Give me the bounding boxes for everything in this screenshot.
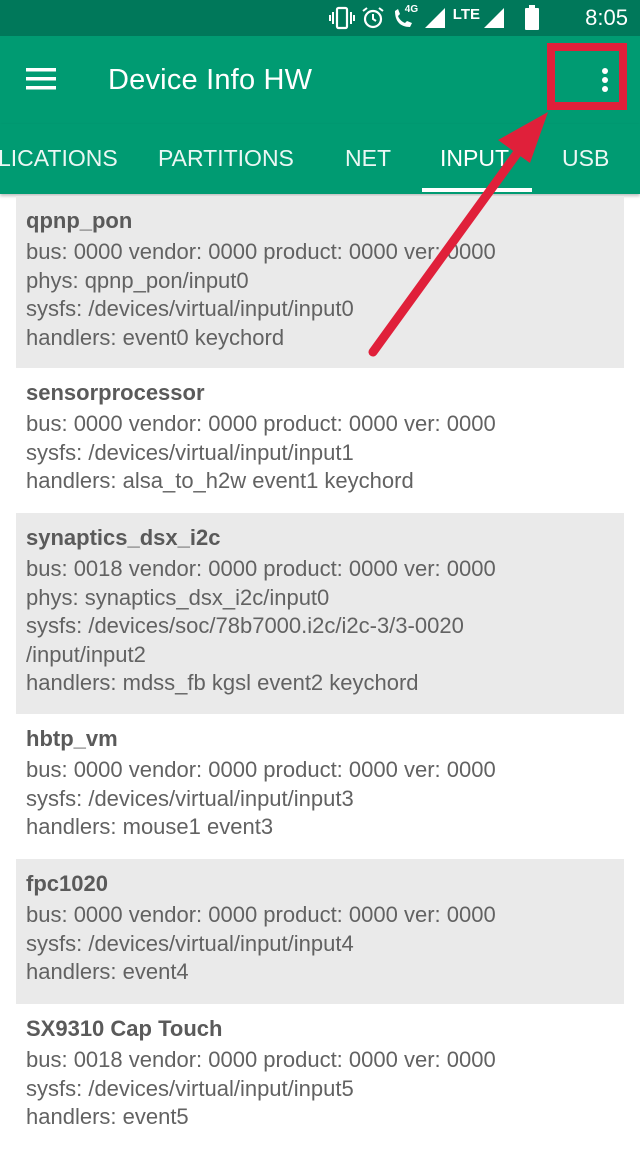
status-bar: 4G LTE 8:05 [0,0,640,36]
app-bar: Device Info HW [0,36,640,124]
active-tab-indicator [422,188,532,192]
device-detail: bus: 0000 vendor: 0000 product: 0000 ver… [26,757,496,782]
device-detail: sysfs: /devices/virtual/input/input5 [26,1075,354,1101]
tab-net[interactable]: NET [345,144,391,172]
device-detail: phys: qpnp_pon/input0 [26,267,249,293]
wifi-calling-icon: 4G [391,4,419,30]
device-detail: bus: 0000 vendor: 0000 product: 0000 ver… [26,411,496,436]
list-item[interactable]: qpnp_pon bus: 0000 vendor: 0000 product:… [16,196,624,368]
device-name: fpc1020 [26,871,108,896]
device-name: synaptics_dsx_i2c [26,525,221,550]
device-detail: handlers: alsa_to_h2w event1 keychord [26,468,414,493]
app-title: Device Info HW [108,64,313,96]
device-detail: bus: 0000 vendor: 0000 product: 0000 ver… [26,239,496,264]
vibrate-icon [328,6,355,30]
list-item[interactable]: synaptics_dsx_i2c bus: 0018 vendor: 0000… [16,513,624,714]
hamburger-menu-icon[interactable] [26,68,56,90]
device-detail: bus: 0018 vendor: 0000 product: 0000 ver… [26,556,496,581]
list-item[interactable]: hbtp_vm bus: 0000 vendor: 0000 product: … [16,714,624,859]
network-type-label: LTE [452,5,480,23]
device-detail: sysfs: /devices/virtual/input/input0 [26,296,354,321]
tab-applications[interactable]: LICATIONS [0,144,118,172]
device-detail: sysfs: /devices/virtual/input/input4 [26,930,354,956]
tab-bar: LICATIONS PARTITIONS NET INPUT USB [0,124,640,194]
signal-icon [423,6,447,30]
device-detail: handlers: mdss_fb kgsl event2 keychord [26,670,419,695]
clock: 8:05 [585,5,628,30]
device-name: hbtp_vm [26,726,118,751]
signal-badge: 4G [404,4,419,15]
device-name: qpnp_pon [26,208,133,233]
device-detail: sysfs: /devices/soc/78b7000.i2c/i2c-3/3-… [26,613,464,638]
device-name: sensorprocessor [26,380,205,405]
status-icons: 4G LTE [328,4,540,31]
device-detail: /input/input2 [26,641,146,667]
tab-input[interactable]: INPUT [440,144,509,172]
device-detail: bus: 0000 vendor: 0000 product: 0000 ver… [26,902,496,927]
device-detail: handlers: mouse1 event3 [26,814,274,839]
list-item[interactable]: sensorprocessor bus: 0000 vendor: 0000 p… [16,368,624,513]
device-detail: handlers: event5 [26,1104,189,1129]
tab-usb[interactable]: USB [562,144,609,172]
input-device-list: qpnp_pon bus: 0000 vendor: 0000 product:… [16,196,624,1149]
device-detail: bus: 0018 vendor: 0000 product: 0000 ver… [26,1047,496,1072]
device-detail: sysfs: /devices/virtual/input/input1 [26,439,354,465]
highlight-box [547,43,627,110]
list-item[interactable]: fpc1020 bus: 0000 vendor: 0000 product: … [16,859,624,1004]
device-detail: phys: synaptics_dsx_i2c/input0 [26,584,330,610]
list-item[interactable]: SX9310 Cap Touch bus: 0018 vendor: 0000 … [16,1004,624,1149]
device-detail: handlers: event0 keychord [26,324,285,350]
device-detail: handlers: event4 [26,959,189,984]
tab-partitions[interactable]: PARTITIONS [158,144,294,172]
alarm-icon [361,6,385,30]
device-detail: sysfs: /devices/virtual/input/input3 [26,785,354,811]
signal-icon [482,6,506,30]
battery-icon [524,5,540,31]
device-name: SX9310 Cap Touch [26,1016,223,1041]
